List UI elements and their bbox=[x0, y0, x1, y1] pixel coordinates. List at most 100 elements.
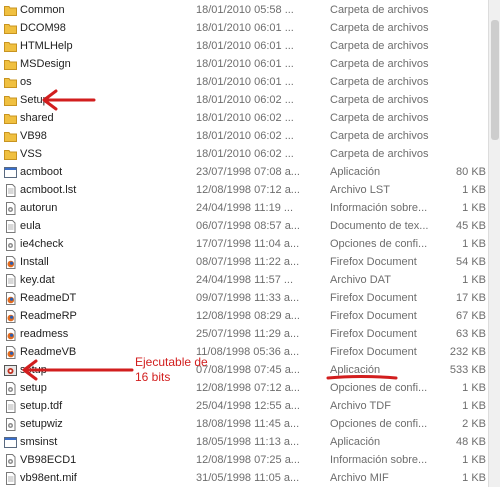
file-name: eula bbox=[20, 220, 41, 232]
folder-icon bbox=[4, 4, 17, 17]
file-type: Carpeta de archivos bbox=[330, 112, 429, 124]
annotation-line-2: 16 bits bbox=[135, 370, 171, 384]
file-row[interactable]: eula 06/07/1998 08:57 a... Documento de te… bbox=[0, 217, 488, 235]
settings-file-icon bbox=[4, 238, 17, 251]
folder-icon bbox=[4, 112, 17, 125]
folder-icon bbox=[4, 148, 17, 161]
file-row[interactable]: smsinst 18/05/1998 11:13 a... Aplicación 48… bbox=[0, 433, 488, 451]
file-date: 12/08/1998 07:12 a... bbox=[196, 184, 300, 196]
file-type: Carpeta de archivos bbox=[330, 76, 429, 88]
file-row[interactable]: readmess 25/07/1998 11:29 a... Firefox Doc… bbox=[0, 325, 488, 343]
file-name: key.dat bbox=[20, 274, 55, 286]
file-name: Setup bbox=[20, 94, 49, 106]
file-row[interactable]: ReadmeDT 09/07/1998 11:33 a... Firefox Doc… bbox=[0, 289, 488, 307]
file-date: 18/01/2010 06:02 ... bbox=[196, 94, 294, 106]
file-row[interactable]: vb98ent.mif 31/05/1998 11:05 a... Archivo … bbox=[0, 469, 488, 487]
file-type: Carpeta de archivos bbox=[330, 40, 429, 52]
file-date: 18/01/2010 06:02 ... bbox=[196, 112, 294, 124]
file-row[interactable]: acmboot 23/07/1998 07:08 a... Aplicación 80… bbox=[0, 163, 488, 181]
file-row[interactable]: os 18/01/2010 06:01 ... Carpeta de archivo… bbox=[0, 73, 488, 91]
file-name: shared bbox=[20, 112, 54, 124]
file-row[interactable]: VB98ECD1 12/08/1998 07:25 a... Información… bbox=[0, 451, 488, 469]
file-row[interactable]: setupwiz 18/08/1998 11:45 a... Opciones de… bbox=[0, 415, 488, 433]
file-date: 18/01/2010 06:02 ... bbox=[196, 148, 294, 160]
file-type: Firefox Document bbox=[330, 310, 417, 322]
file-date: 18/01/2010 06:02 ... bbox=[196, 130, 294, 142]
file-date: 25/04/1998 12:55 a... bbox=[196, 400, 300, 412]
file-row[interactable]: Setup 18/01/2010 06:02 ... Carpeta de arch… bbox=[0, 91, 488, 109]
file-date: 31/05/1998 11:05 a... bbox=[196, 472, 300, 484]
file-date: 18/01/2010 05:58 ... bbox=[196, 4, 294, 16]
folder-icon bbox=[4, 58, 17, 71]
file-type: Carpeta de archivos bbox=[330, 148, 429, 160]
file-row[interactable]: setup 07/08/1998 07:45 a... Aplicación 533 … bbox=[0, 361, 488, 379]
file-type: Firefox Document bbox=[330, 292, 417, 304]
file-name: HTMLHelp bbox=[20, 40, 73, 52]
file-row[interactable]: key.dat 24/04/1998 11:57 ... Archivo DAT 1 … bbox=[0, 271, 488, 289]
file-date: 24/04/1998 11:19 ... bbox=[196, 202, 294, 214]
file-name: DCOM98 bbox=[20, 22, 66, 34]
file-row[interactable]: shared 18/01/2010 06:02 ... Carpeta de arc… bbox=[0, 109, 488, 127]
file-row[interactable]: ReadmeRP 12/08/1998 08:29 a... Firefox Doc… bbox=[0, 307, 488, 325]
firefox-document-icon bbox=[4, 346, 17, 359]
file-name: Install bbox=[20, 256, 49, 268]
file-name: autorun bbox=[20, 202, 58, 214]
file-type: Carpeta de archivos bbox=[330, 94, 429, 106]
file-type: Carpeta de archivos bbox=[330, 58, 429, 70]
file-size: 533 KB bbox=[449, 364, 486, 376]
file-type: Aplicación bbox=[330, 436, 381, 448]
file-size: 67 KB bbox=[456, 310, 486, 322]
file-row[interactable]: autorun 24/04/1998 11:19 ... Información s… bbox=[0, 199, 488, 217]
file-type: Archivo LST bbox=[330, 184, 390, 196]
file-row[interactable]: acmboot.lst 12/08/1998 07:12 a... Archivo … bbox=[0, 181, 488, 199]
vertical-scrollbar[interactable] bbox=[488, 0, 500, 487]
file-type: Aplicación bbox=[330, 166, 381, 178]
file-date: 24/04/1998 11:57 ... bbox=[196, 274, 294, 286]
file-name: ReadmeDT bbox=[20, 292, 77, 304]
file-name: ReadmeRP bbox=[20, 310, 77, 322]
file-type: Opciones de confi... bbox=[330, 418, 428, 430]
file-type: Información sobre... bbox=[330, 202, 428, 214]
document-icon bbox=[4, 274, 17, 287]
file-row[interactable]: HTMLHelp 18/01/2010 06:01 ... Carpeta de a… bbox=[0, 37, 488, 55]
file-name: ie4check bbox=[20, 238, 64, 250]
file-name: setup bbox=[20, 382, 47, 394]
file-size: 1 KB bbox=[462, 202, 486, 214]
file-type: Firefox Document bbox=[330, 328, 417, 340]
file-date: 12/08/1998 07:12 a... bbox=[196, 382, 300, 394]
file-size: 63 KB bbox=[456, 328, 486, 340]
file-name: Common bbox=[20, 4, 65, 16]
file-name: ReadmeVB bbox=[20, 346, 77, 358]
file-row[interactable]: setup.tdf 25/04/1998 12:55 a... Archivo TD… bbox=[0, 397, 488, 415]
file-row[interactable]: VB98 18/01/2010 06:02 ... Carpeta de archi… bbox=[0, 127, 488, 145]
file-row[interactable]: MSDesign 18/01/2010 06:01 ... Carpeta de a… bbox=[0, 55, 488, 73]
document-icon bbox=[4, 184, 17, 197]
file-date: 18/01/2010 06:01 ... bbox=[196, 58, 294, 70]
settings-file-icon bbox=[4, 202, 17, 215]
folder-icon bbox=[4, 94, 17, 107]
file-type: Archivo MIF bbox=[330, 472, 389, 484]
file-name: smsinst bbox=[20, 436, 58, 448]
scrollbar-thumb[interactable] bbox=[491, 20, 499, 140]
file-name: VB98 bbox=[20, 130, 47, 142]
document-icon bbox=[4, 472, 17, 485]
file-row[interactable]: DCOM98 18/01/2010 06:01 ... Carpeta de arc… bbox=[0, 19, 488, 37]
file-row[interactable]: VSS 18/01/2010 06:02 ... Carpeta de archiv… bbox=[0, 145, 488, 163]
file-size: 1 KB bbox=[462, 238, 486, 250]
file-date: 18/01/2010 06:01 ... bbox=[196, 22, 294, 34]
file-row[interactable]: setup 12/08/1998 07:12 a... Opciones de co… bbox=[0, 379, 488, 397]
file-name: MSDesign bbox=[20, 58, 71, 70]
file-row[interactable]: ie4check 17/07/1998 11:04 a... Opciones de… bbox=[0, 235, 488, 253]
file-row[interactable]: Common 18/01/2010 05:58 ... Carpeta de arc… bbox=[0, 1, 488, 19]
folder-icon bbox=[4, 40, 17, 53]
file-type: Carpeta de archivos bbox=[330, 4, 429, 16]
file-date: 11/08/1998 05:36 a... bbox=[196, 346, 300, 358]
file-row[interactable]: ReadmeVB 11/08/1998 05:36 a... Firefox Doc… bbox=[0, 343, 488, 361]
firefox-document-icon bbox=[4, 310, 17, 323]
file-date: 12/08/1998 07:25 a... bbox=[196, 454, 300, 466]
firefox-document-icon bbox=[4, 292, 17, 305]
file-name: setup.tdf bbox=[20, 400, 63, 412]
file-size: 1 KB bbox=[462, 400, 486, 412]
file-size: 54 KB bbox=[456, 256, 486, 268]
file-row[interactable]: Install 08/07/1998 11:22 a... Firefox Docu… bbox=[0, 253, 488, 271]
